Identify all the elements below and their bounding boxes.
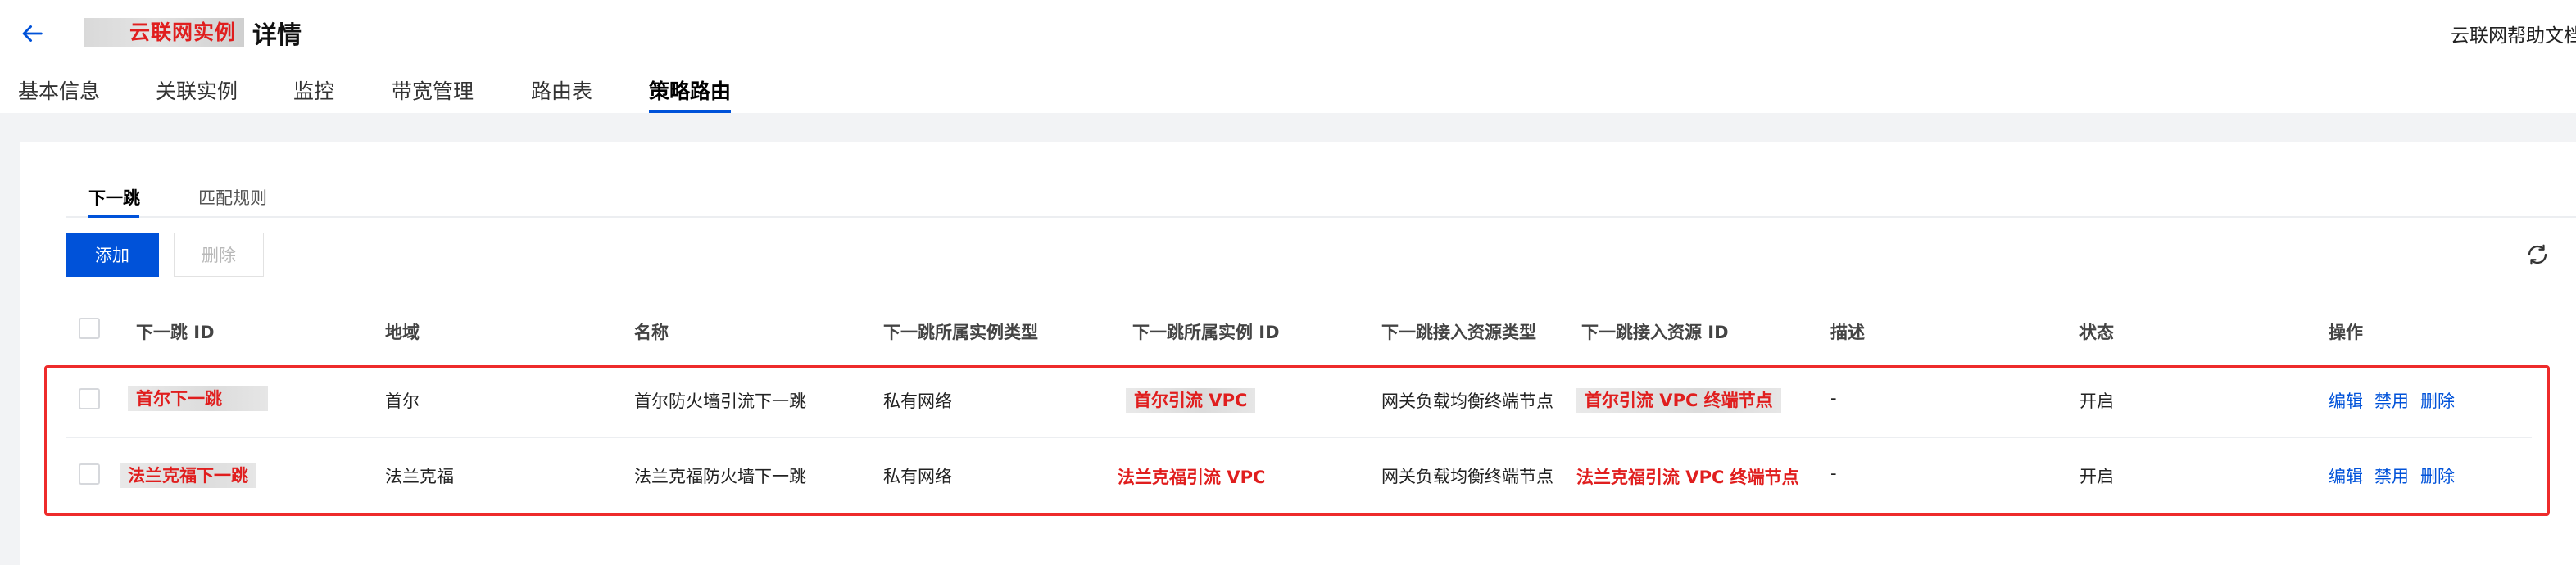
tab-monitoring[interactable]: 监控 xyxy=(293,75,334,105)
col-actions: 操作 xyxy=(2329,323,2363,342)
col-name: 名称 xyxy=(634,323,669,342)
col-instance-type: 下一跳所属实例类型 xyxy=(883,323,1038,342)
highlight-box xyxy=(44,365,2550,516)
subtab-match-rules[interactable]: 匹配规则 xyxy=(198,185,267,210)
masked-instance-name: 云联网实例 xyxy=(84,18,245,47)
subtab-next-hop[interactable]: 下一跳 xyxy=(88,185,140,210)
refresh-icon[interactable] xyxy=(2525,242,2550,267)
active-subtab-indicator xyxy=(88,215,139,218)
col-status: 状态 xyxy=(2079,323,2114,342)
col-description: 描述 xyxy=(1830,323,1865,342)
add-button[interactable]: 添加 xyxy=(66,233,159,277)
title-suffix: 详情 xyxy=(252,21,302,50)
subtabs-divider xyxy=(66,216,2576,218)
tab-bandwidth[interactable]: 带宽管理 xyxy=(392,75,474,105)
page-title: 云联网实例 详情 xyxy=(84,16,302,50)
tab-policy-routing[interactable]: 策略路由 xyxy=(649,75,731,105)
tab-associated-instances[interactable]: 关联实例 xyxy=(156,75,238,105)
col-region: 地域 xyxy=(385,323,420,342)
page-header: 云联网实例 详情 云联网帮助文档 基本信息 关联实例 监控 带宽管理 路由表 策… xyxy=(0,0,2576,113)
tab-route-table[interactable]: 路由表 xyxy=(531,75,592,105)
delete-button[interactable]: 删除 xyxy=(174,233,264,277)
help-doc-link[interactable]: 云联网帮助文档 xyxy=(2451,20,2576,47)
tab-basic-info[interactable]: 基本信息 xyxy=(18,75,100,105)
back-arrow-icon[interactable] xyxy=(18,20,46,47)
col-next-hop-id: 下一跳 ID xyxy=(136,323,215,342)
col-instance-id: 下一跳所属实例 ID xyxy=(1132,323,1280,342)
col-resource-type: 下一跳接入资源类型 xyxy=(1381,323,1536,342)
col-resource-id: 下一跳接入资源 ID xyxy=(1581,323,1729,342)
select-all-checkbox[interactable] xyxy=(79,318,100,339)
